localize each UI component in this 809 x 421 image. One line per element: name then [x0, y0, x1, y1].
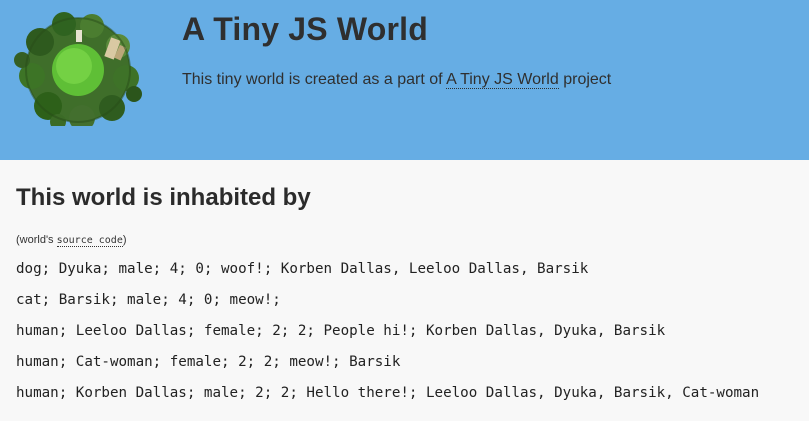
inhabitant-item: human; Cat-woman; female; 2; 2; meow!; B… — [16, 354, 401, 370]
inhabitant-item: cat; Barsik; male; 4; 0; meow!; — [16, 292, 281, 308]
header-description-suffix: project — [558, 71, 612, 88]
source-note-suffix: ) — [122, 234, 127, 246]
header-description-prefix: This tiny world is created as a part of — [182, 71, 447, 88]
inhabitant-item: human; Leeloo Dallas; female; 2; 2; Peop… — [16, 323, 666, 339]
inhabitant-item: human; Korben Dallas; male; 2; 2; Hello … — [16, 385, 760, 401]
header-description: This tiny world is created as a part of … — [182, 71, 611, 89]
inhabitants-list: dog; Dyuka; male; 4; 0; woof!; Korben Da… — [16, 260, 759, 415]
inhabitant-item: dog; Dyuka; male; 4; 0; woof!; Korben Da… — [16, 261, 589, 277]
section-title: This world is inhabited by — [16, 184, 311, 211]
page-header: A Tiny JS World This tiny world is creat… — [0, 0, 809, 160]
page-title: A Tiny JS World — [182, 11, 428, 47]
source-note: (world's source code) — [16, 234, 127, 247]
source-code-link[interactable]: source code — [56, 235, 123, 247]
source-note-prefix: (world's — [16, 234, 57, 246]
project-link[interactable]: A Tiny JS World — [446, 71, 559, 89]
tiny-planet-logo-icon — [14, 12, 142, 126]
main-content: This world is inhabited by (world's sour… — [0, 160, 809, 421]
